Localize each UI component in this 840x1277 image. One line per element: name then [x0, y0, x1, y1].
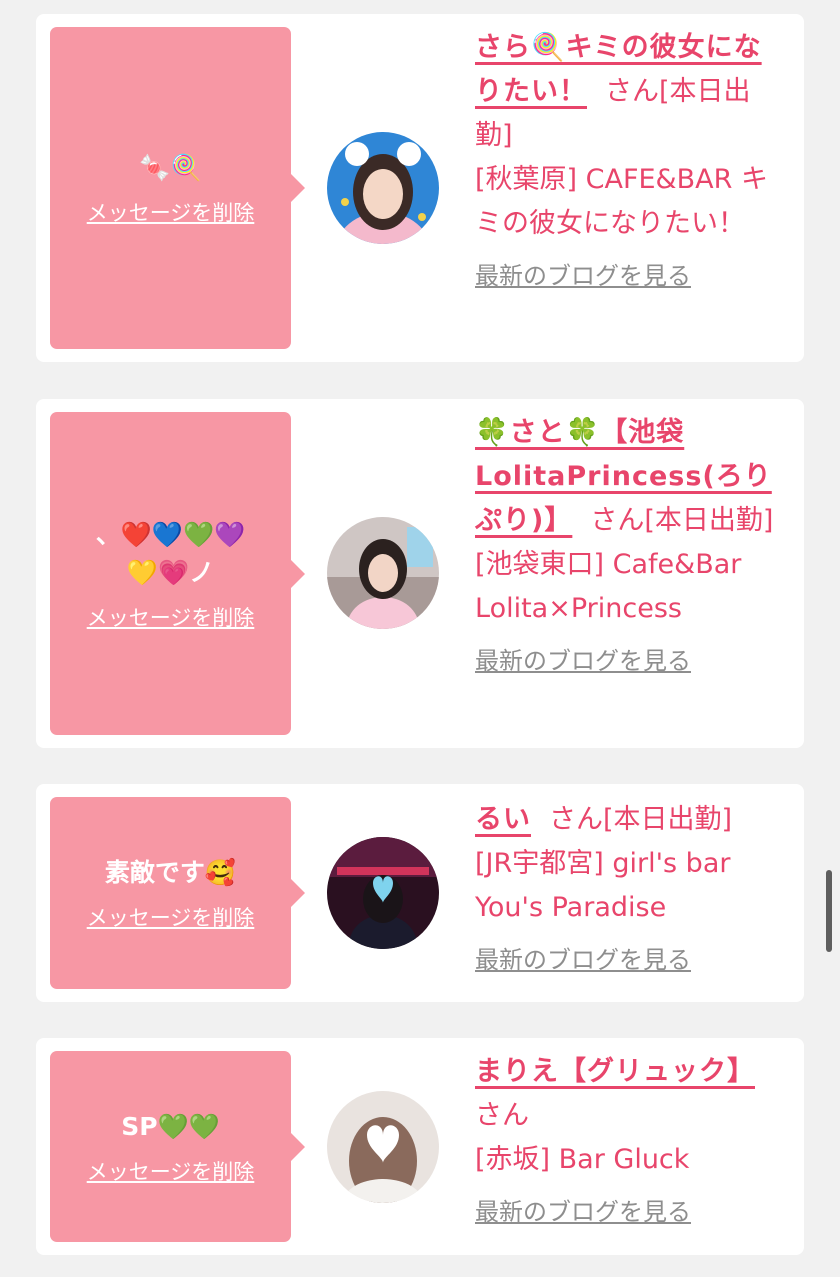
cast-suffix: さん: [475, 1100, 529, 1131]
latest-blog-link[interactable]: 最新のブログを見る: [475, 938, 691, 982]
cast-name-link[interactable]: るい: [475, 804, 531, 835]
message-bubble: 🍬🍭 メッセージを削除: [50, 27, 305, 349]
message-text: 🍬🍭: [139, 153, 202, 182]
message-bubble: 、❤️💙💚💜💛💗ノ メッセージを削除: [50, 412, 305, 735]
cast-suffix: さん[本日出勤]: [549, 804, 733, 835]
avatar-photo: [327, 1091, 439, 1203]
avatar[interactable]: [327, 132, 439, 244]
delete-message-link[interactable]: メッセージを削除: [87, 1156, 255, 1186]
delete-message-link[interactable]: メッセージを削除: [87, 602, 255, 632]
message-card: 素敵です🥰 メッセージを削除 るい さん[本日出勤] [JR宇都宮] girl's…: [36, 784, 804, 1002]
message-bubble: SP💚💚 メッセージを削除: [50, 1051, 305, 1242]
cast-suffix: さん[本日出勤]: [590, 505, 774, 536]
avatar-photo: [327, 837, 439, 949]
shop-name: [秋葉原] CAFE&BAR キミの彼女になりたい！: [475, 164, 768, 239]
avatar[interactable]: [327, 517, 439, 629]
scrollbar[interactable]: [826, 870, 832, 952]
message-card: 、❤️💙💚💜💛💗ノ メッセージを削除 🍀さと🍀【池袋LolitaPrincess…: [36, 399, 804, 748]
message-card: SP💚💚 メッセージを削除 まりえ【グリュック】 さん [赤坂] Bar Glu…: [36, 1038, 804, 1255]
message-text: 素敵です🥰: [104, 858, 237, 887]
delete-message-link[interactable]: メッセージを削除: [87, 197, 255, 227]
avatar[interactable]: [327, 1091, 439, 1203]
message-text: 、❤️💙💚💜💛💗ノ: [95, 519, 246, 587]
shop-name: [池袋東口] Cafe&Bar Lolita×Princess: [475, 549, 742, 624]
latest-blog-link[interactable]: 最新のブログを見る: [475, 639, 691, 683]
cast-name-link[interactable]: まりえ【グリュック】: [475, 1056, 755, 1087]
message-bubble: 素敵です🥰 メッセージを削除: [50, 797, 305, 989]
cast-info: まりえ【グリュック】 さん [赤坂] Bar Gluck 最新のブログを見る: [475, 1050, 775, 1234]
latest-blog-link[interactable]: 最新のブログを見る: [475, 1190, 691, 1234]
shop-name: [赤坂] Bar Gluck: [475, 1144, 690, 1175]
latest-blog-link[interactable]: 最新のブログを見る: [475, 254, 691, 298]
message-card: 🍬🍭 メッセージを削除 さら🍭キミの彼女になりたい！ さん[本日出勤] [秋葉原]…: [36, 14, 804, 362]
cast-info: るい さん[本日出勤] [JR宇都宮] girl's bar You's Para…: [475, 798, 775, 982]
cast-info: さら🍭キミの彼女になりたい！ さん[本日出勤] [秋葉原] CAFE&BAR キミ…: [475, 26, 775, 298]
shop-name: [JR宇都宮] girl's bar You's Paradise: [475, 848, 731, 923]
delete-message-link[interactable]: メッセージを削除: [87, 902, 255, 932]
message-text: SP💚💚: [121, 1111, 220, 1141]
avatar-photo: [327, 517, 439, 629]
message-list: 🍬🍭 メッセージを削除 さら🍭キミの彼女になりたい！ さん[本日出勤] [秋葉原]…: [0, 0, 840, 1277]
avatar-photo: [327, 132, 439, 244]
cast-info: 🍀さと🍀【池袋LolitaPrincess(ろりぷり)】 さん[本日出勤] [池袋…: [475, 411, 775, 683]
avatar[interactable]: [327, 837, 439, 949]
